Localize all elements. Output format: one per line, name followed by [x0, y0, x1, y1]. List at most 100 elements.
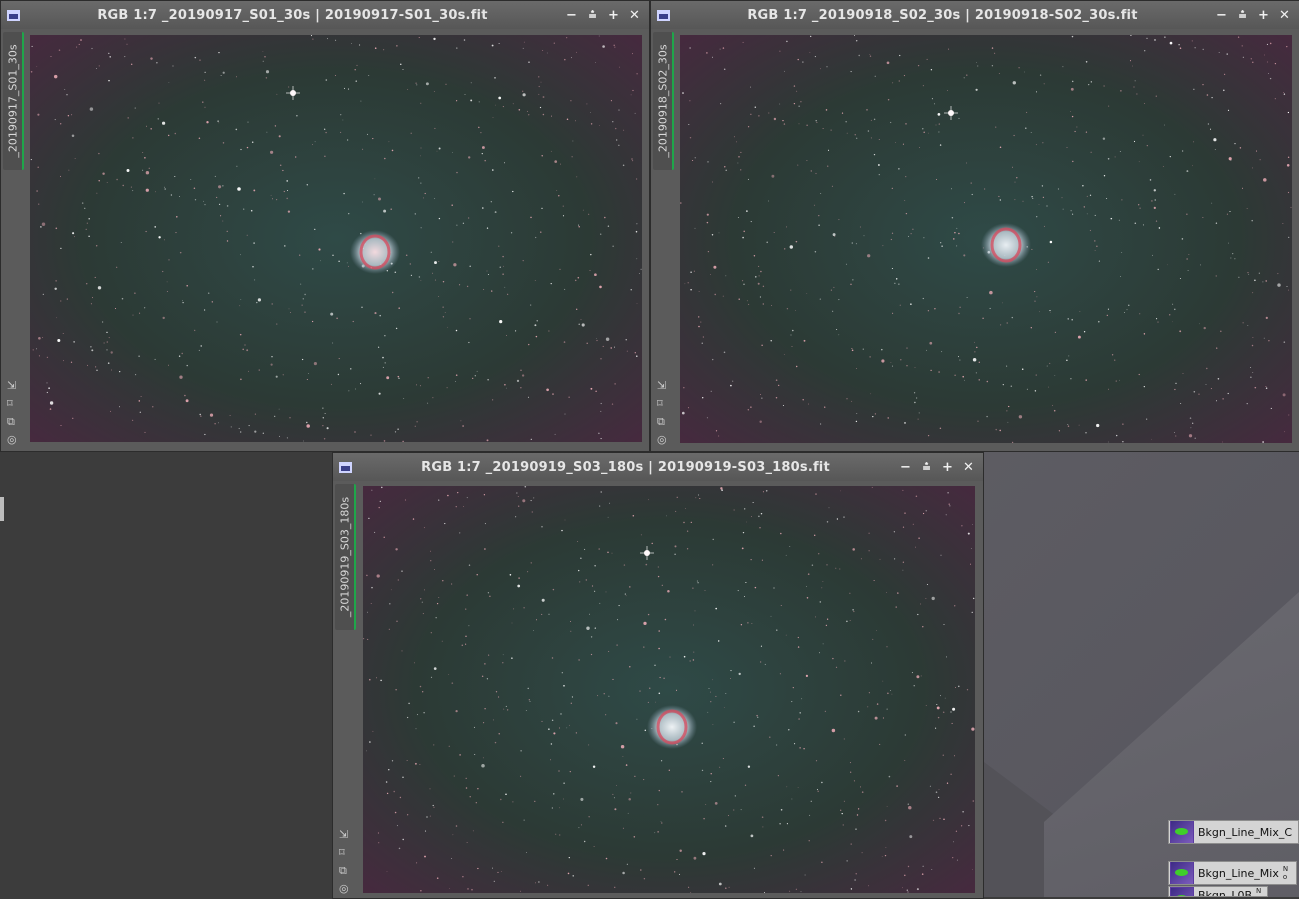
window-titlebar[interactable]: RGB 1:7 _20190918_S02_30s | 20190918-S02… — [651, 1, 1299, 29]
star — [1251, 344, 1254, 347]
image-canvas[interactable] — [30, 35, 642, 442]
target-icon[interactable]: ◎ — [7, 433, 21, 446]
process-icon-bkgn-line-mix-c[interactable]: Bkgn_Line_Mix_C — [1168, 820, 1299, 844]
star — [278, 435, 280, 437]
fit-view-icon[interactable]: ⌑ — [7, 397, 21, 410]
close-button[interactable]: ✕ — [1278, 9, 1291, 22]
view-id-tab[interactable]: _20190919_S03_180s — [335, 484, 356, 630]
window-titlebar[interactable]: RGB 1:7 _20190917_S01_30s | 20190917-S01… — [1, 1, 649, 29]
star — [806, 159, 808, 162]
star — [116, 178, 118, 181]
star — [958, 356, 959, 358]
star — [108, 52, 110, 55]
star — [1121, 252, 1123, 254]
star — [643, 646, 645, 648]
star — [138, 355, 140, 357]
window-menu-icon[interactable] — [339, 461, 352, 473]
star — [779, 673, 781, 675]
clone-view-icon[interactable]: ⧉ — [7, 415, 21, 428]
fit-view-icon[interactable]: ⌑ — [339, 846, 353, 859]
star — [751, 516, 752, 517]
star — [852, 548, 855, 551]
astro-image — [30, 35, 642, 442]
window-menu-icon[interactable] — [657, 9, 670, 21]
star — [978, 379, 980, 381]
star — [218, 203, 221, 206]
process-icon-flags: N — [1256, 887, 1262, 895]
process-icon-bkgn-line-mix[interactable]: Bkgn_Line_Mix No — [1168, 861, 1297, 885]
star — [475, 802, 477, 804]
resize-icon[interactable]: ⇲ — [7, 379, 21, 392]
star — [866, 109, 868, 111]
star — [541, 720, 543, 722]
star — [1086, 195, 1088, 197]
star — [902, 561, 904, 563]
fit-view-icon[interactable]: ⌑ — [657, 397, 671, 410]
star — [91, 297, 94, 299]
image-window-s01[interactable]: RGB 1:7 _20190917_S01_30s | 20190917-S01… — [0, 0, 650, 452]
resize-icon[interactable]: ⇲ — [657, 379, 671, 392]
clone-view-icon[interactable]: ⧉ — [657, 415, 671, 428]
shade-button[interactable]: ⩮ — [1236, 9, 1249, 22]
maximize-button[interactable]: + — [607, 9, 620, 22]
star — [850, 771, 852, 773]
star — [858, 54, 860, 57]
star — [467, 217, 470, 219]
star — [533, 497, 535, 499]
view-id-tab[interactable]: _20190917_S01_30s — [3, 32, 24, 170]
star — [327, 38, 328, 40]
image-window-s02[interactable]: RGB 1:7 _20190918_S02_30s | 20190918-S02… — [650, 0, 1299, 452]
image-window-s03[interactable]: RGB 1:7 _20190919_S03_180s | 20190919-S0… — [332, 452, 984, 899]
star — [1034, 300, 1036, 302]
shade-button[interactable]: ⩮ — [920, 461, 933, 474]
minimize-button[interactable]: − — [565, 9, 578, 22]
close-button[interactable]: ✕ — [628, 9, 641, 22]
star — [377, 346, 380, 348]
star — [951, 217, 954, 219]
minimize-button[interactable]: − — [1215, 9, 1228, 22]
star — [374, 178, 376, 180]
process-icon-bkgn-l0b[interactable]: Bkgn_L0B N — [1168, 886, 1268, 897]
resize-icon[interactable]: ⇲ — [339, 828, 353, 841]
star — [821, 861, 823, 863]
star — [1072, 213, 1074, 215]
star — [473, 726, 475, 728]
workspace-scroll-handle[interactable] — [0, 497, 4, 521]
star — [432, 397, 434, 399]
star — [434, 569, 435, 570]
star — [500, 871, 502, 872]
star — [469, 318, 471, 320]
star — [879, 558, 881, 560]
star — [998, 195, 1000, 198]
star — [486, 270, 488, 272]
star — [941, 351, 943, 353]
star — [688, 123, 690, 126]
view-id-tab[interactable]: _20190918_S02_30s — [653, 32, 674, 170]
star — [1103, 85, 1105, 87]
star — [391, 291, 394, 294]
minimize-button[interactable]: − — [899, 461, 912, 474]
maximize-button[interactable]: + — [1257, 9, 1270, 22]
star — [1122, 441, 1124, 443]
image-canvas[interactable] — [680, 35, 1292, 443]
star — [590, 253, 592, 256]
close-button[interactable]: ✕ — [962, 461, 975, 474]
star — [580, 797, 584, 801]
star — [401, 650, 403, 652]
star — [492, 399, 494, 401]
window-titlebar[interactable]: RGB 1:7 _20190919_S03_180s | 20190919-S0… — [333, 453, 983, 481]
window-menu-icon[interactable] — [7, 9, 20, 21]
target-icon[interactable]: ◎ — [339, 882, 353, 895]
star — [870, 119, 872, 121]
maximize-button[interactable]: + — [941, 461, 954, 474]
star — [448, 674, 450, 675]
star — [430, 560, 432, 562]
clone-view-icon[interactable]: ⧉ — [339, 864, 353, 877]
image-canvas[interactable] — [363, 486, 975, 893]
target-icon[interactable]: ◎ — [657, 433, 671, 446]
shade-button[interactable]: ⩮ — [586, 9, 599, 22]
star — [882, 717, 884, 719]
star — [905, 212, 908, 215]
star — [486, 227, 489, 229]
star — [796, 90, 798, 92]
